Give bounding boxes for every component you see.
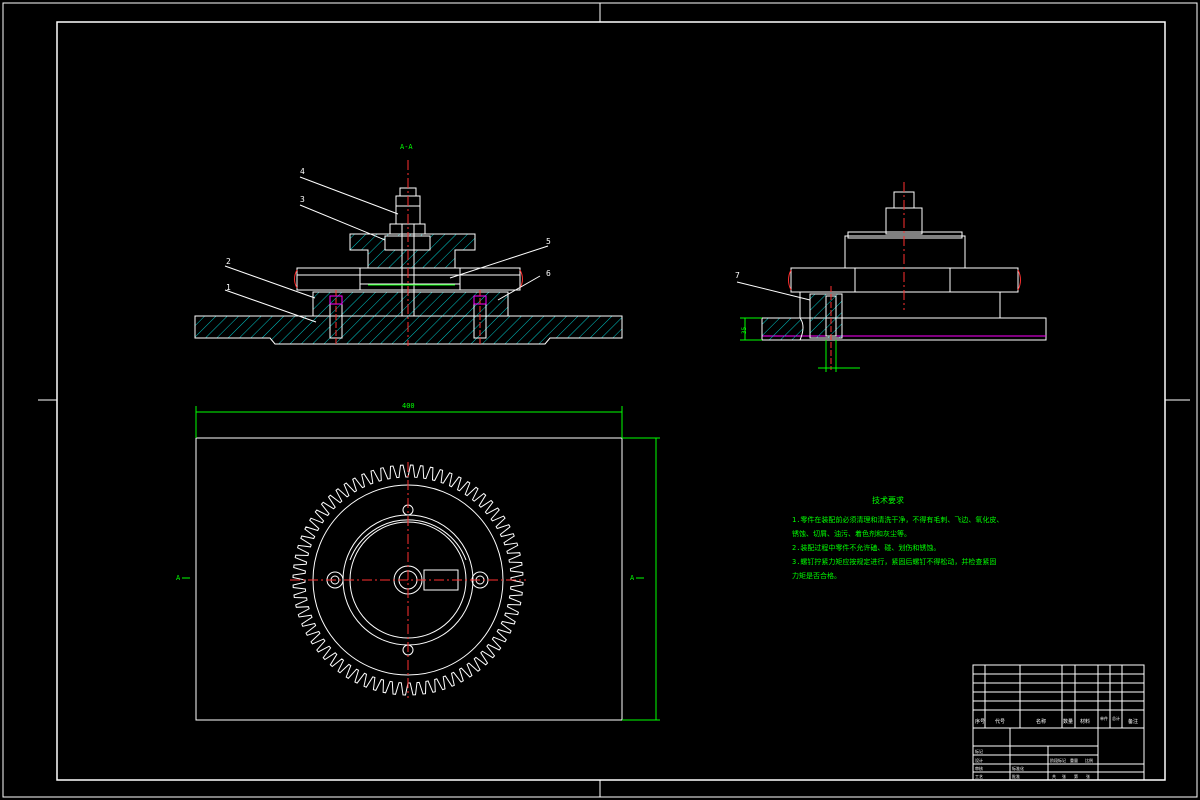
- side-view: 7 35: [735, 182, 1047, 372]
- view-marker-right: A: [630, 574, 635, 582]
- tb-sign-8: 工艺: [975, 774, 983, 779]
- inner-frame: [56, 21, 1166, 781]
- part-6: 6: [546, 269, 551, 278]
- tb-sheet-2: 第: [1074, 773, 1078, 779]
- outer-frame: [2, 2, 1198, 798]
- part-7: 7: [735, 271, 740, 280]
- center-marks: [38, 3, 1190, 797]
- tb-header-7: 备注: [1128, 718, 1138, 725]
- part-3: 3: [300, 195, 305, 204]
- title-block-text: 序号 代号 名称 数量 材料 单件 总计 备注 标记 设计 审核 工艺 标准化 …: [975, 715, 1138, 779]
- tb-sign-10: 批准: [1012, 773, 1020, 779]
- tech-line-1: 1.零件在装配前必须清理和清洗干净，不得有毛刺、飞边、氧化皮、: [792, 515, 1003, 524]
- width-dim: 400: [402, 402, 415, 410]
- top-plate: [195, 437, 623, 721]
- tb-sign-6: 设计: [975, 757, 983, 763]
- front-section-view: A-A 4 3 5 6 2 1: [194, 143, 623, 346]
- tech-line-2: 锈蚀、切屑、油污、着色剂和灰尘等。: [792, 529, 911, 538]
- tb-stage-1: 重量: [1070, 757, 1078, 763]
- tech-line-5: 力矩是否合格。: [792, 571, 841, 580]
- part-1: 1: [226, 283, 231, 292]
- tb-header-3: 数量: [1063, 718, 1073, 725]
- top-view: 400 A A: [176, 402, 660, 721]
- cad-drawing: A-A 4 3 5 6 2 1 7 35 400 A A 技术要求 1.零件在装…: [2, 2, 1198, 798]
- tb-header-1: 代号: [995, 718, 1005, 725]
- side-base: [761, 317, 1047, 341]
- tb-stage-2: 比例: [1085, 757, 1093, 763]
- part-4: 4: [300, 167, 305, 176]
- tech-title: 技术要求: [872, 495, 904, 505]
- tb-sheet-1: 张: [1062, 773, 1066, 779]
- part-5: 5: [546, 237, 551, 246]
- tech-requirements: 技术要求 1.零件在装配前必须清理和清洗干净，不得有毛刺、飞边、氧化皮、 锈蚀、…: [792, 495, 1003, 580]
- tech-line-4: 3.螺钉拧紧力矩应按规定进行，紧固后螺钉不得松动，并检查紧固: [792, 557, 996, 566]
- tb-header-2: 名称: [1036, 718, 1046, 725]
- tb-sheet-0: 共: [1052, 773, 1056, 779]
- tb-sign-9: 标准化: [1012, 765, 1024, 771]
- view-marker-left: A: [176, 574, 181, 582]
- tb-sign-7: 审核: [975, 765, 983, 771]
- tech-line-3: 2.装配过程中零件不允许磕、碰、划伤和锈蚀。: [792, 543, 940, 552]
- tb-header-6: 总计: [1112, 715, 1120, 721]
- tb-header-5: 单件: [1100, 715, 1108, 721]
- section-label: A-A: [400, 143, 413, 151]
- part-2: 2: [226, 257, 231, 266]
- tb-header-0: 序号: [975, 718, 985, 725]
- tb-header-4: 材料: [1080, 718, 1090, 725]
- tb-sign-0: 标记: [975, 748, 983, 754]
- side-height-dim: 35: [741, 326, 748, 334]
- tb-sheet-3: 张: [1086, 773, 1090, 779]
- tb-stage-0: 阶段标记: [1050, 757, 1066, 763]
